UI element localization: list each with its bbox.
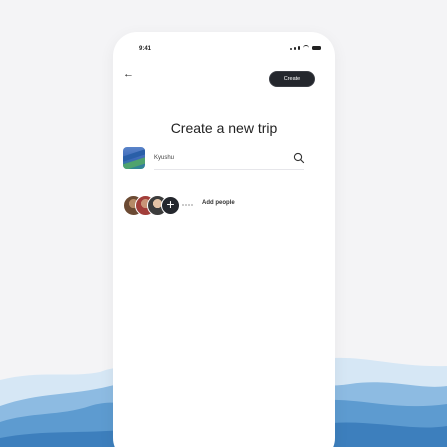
signal-icon — [298, 46, 300, 50]
add-people-icon[interactable]: + — [161, 196, 180, 215]
add-people-button[interactable]: Add people — [202, 200, 235, 206]
page-title: Create a new trip — [170, 120, 278, 136]
trip-name-field[interactable]: Kyushu — [154, 147, 304, 170]
signal-icon — [290, 48, 292, 50]
trip-row: Kyushu — [123, 147, 315, 171]
search-icon[interactable] — [293, 152, 305, 164]
trip-cover-image[interactable] — [123, 147, 145, 169]
back-arrow-icon[interactable]: ← — [123, 68, 134, 80]
create-button[interactable]: Create — [269, 71, 315, 87]
status-icons — [290, 45, 321, 50]
signal-icon — [294, 47, 296, 50]
more-dots-icon — [182, 204, 193, 206]
status-time: 9:41 — [139, 46, 152, 52]
wifi-icon — [303, 45, 309, 50]
battery-icon — [312, 46, 321, 50]
phone-frame: 9:41 ← Create Create a new trip Kyushu +… — [113, 32, 335, 447]
people-row: + Add people — [123, 195, 315, 219]
app-screen: 9:41 ← Create Create a new trip Kyushu +… — [0, 0, 447, 447]
